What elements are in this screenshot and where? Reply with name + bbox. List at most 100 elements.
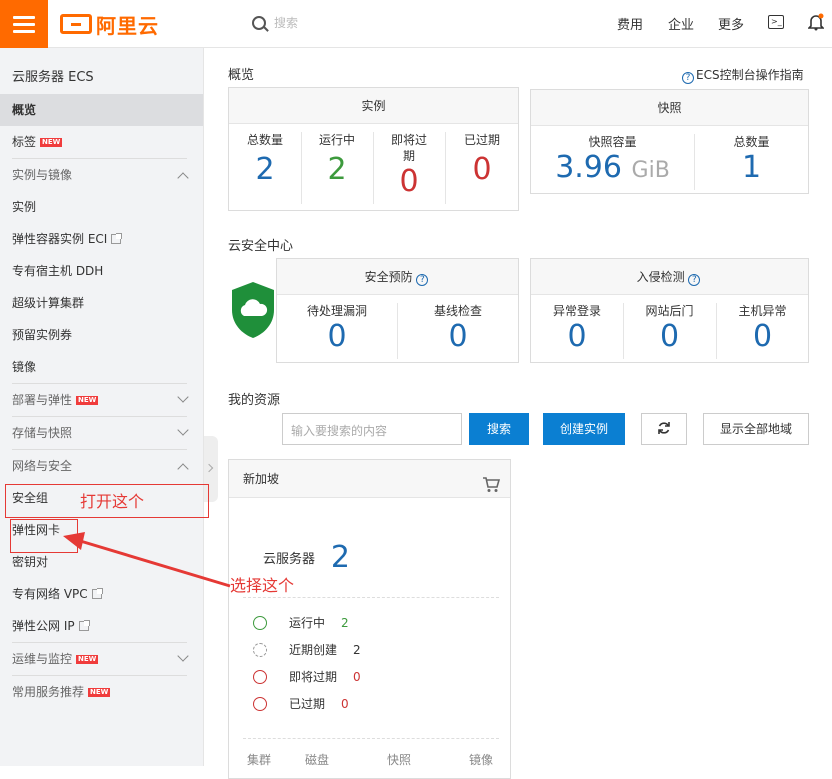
- annotation-select-this: 选择这个: [230, 576, 295, 595]
- intrusion-header-label: 入侵检测: [636, 270, 685, 284]
- stat-expired[interactable]: 已过期 0: [445, 124, 519, 187]
- footer-image[interactable]: 镜像: [469, 751, 493, 768]
- stat-host-abnormal[interactable]: 主机异常 0: [716, 295, 809, 354]
- snapshot-header: 快照: [531, 90, 808, 126]
- status-expired[interactable]: 已过期 0: [253, 695, 349, 712]
- sidebar-item-tags[interactable]: 标签 NEW: [0, 126, 203, 158]
- stat-value: 0: [752, 319, 773, 354]
- region-name: 新加坡: [243, 472, 280, 486]
- sidebar-item-reserved[interactable]: 预留实例券: [0, 319, 203, 351]
- terminal-icon[interactable]: >_: [768, 15, 784, 29]
- console-guide-label: ECS控制台操作指南: [696, 68, 804, 82]
- refresh-button[interactable]: [641, 413, 687, 445]
- server-label: 云服务器: [263, 552, 316, 567]
- sidebar-group-network[interactable]: 网络与安全: [0, 450, 203, 482]
- nav-enterprise[interactable]: 企业: [668, 14, 694, 33]
- sidebar-item-label: 弹性公网 IP: [12, 619, 75, 633]
- stat-label: 快照容量: [588, 135, 637, 149]
- cart-icon[interactable]: [482, 470, 501, 508]
- sidebar-group-deploy[interactable]: 部署与弹性 NEW: [0, 384, 203, 416]
- sidebar-item-ddh[interactable]: 专有宿主机 DDH: [0, 255, 203, 287]
- help-icon[interactable]: ?: [416, 274, 429, 286]
- status-running[interactable]: 运行中 2: [253, 614, 349, 631]
- status-value: 2: [341, 615, 349, 630]
- stat-expiring[interactable]: 即将过期 0: [373, 124, 445, 199]
- chevron-right-icon: [204, 463, 214, 473]
- chevron-down-icon: [177, 391, 189, 403]
- stat-total[interactable]: 总数量 2: [229, 124, 301, 187]
- stat-snapshot-total[interactable]: 总数量 1: [694, 126, 809, 185]
- instances-header: 实例: [229, 88, 518, 124]
- nav-billing[interactable]: 费用: [617, 14, 643, 33]
- footer-disk[interactable]: 磁盘: [305, 751, 329, 768]
- status-label: 已过期: [289, 697, 326, 711]
- stat-label: 已过期: [463, 133, 500, 147]
- sidebar-group-label: 实例与镜像: [12, 168, 73, 182]
- search-button[interactable]: 搜索: [469, 413, 529, 445]
- external-link-icon: [111, 233, 123, 244]
- status-value: 0: [353, 669, 361, 684]
- stat-unit: GiB: [631, 158, 670, 183]
- sidebar-item-overview[interactable]: 概览: [0, 94, 203, 126]
- prevention-header-label: 安全预防: [364, 270, 413, 284]
- sidebar-group-storage[interactable]: 存储与快照: [0, 417, 203, 449]
- console-guide-link[interactable]: ? ECS控制台操作指南: [682, 66, 804, 84]
- stat-running[interactable]: 运行中 2: [301, 124, 373, 187]
- sidebar-title: 云服务器 ECS: [12, 70, 94, 85]
- server-count: 2: [330, 540, 350, 575]
- sidebar-item-eci[interactable]: 弹性容器实例 ECI: [0, 223, 203, 255]
- security-prevention-panel: 安全预防 ? 待处理漏洞 0 基线检查 0: [276, 258, 519, 363]
- top-search[interactable]: 搜索: [252, 14, 298, 31]
- stat-vulnerabilities[interactable]: 待处理漏洞 0: [277, 295, 397, 354]
- top-search-placeholder: 搜索: [274, 16, 299, 30]
- annotation-arrow-icon: [63, 532, 231, 588]
- create-instance-button[interactable]: 创建实例: [543, 413, 625, 445]
- stat-value: 2: [327, 152, 347, 187]
- resource-search-input[interactable]: 输入要搜索的内容: [282, 413, 462, 445]
- sidebar-item-label: 概览: [12, 103, 37, 117]
- server-count-row[interactable]: 云服务器 2: [263, 540, 350, 575]
- stat-label: 总数量: [246, 133, 283, 147]
- sidebar-group-label: 运维与监控: [12, 652, 73, 666]
- status-recent[interactable]: 近期创建 2: [253, 641, 361, 658]
- new-badge: NEW: [76, 655, 99, 664]
- status-label: 运行中: [289, 616, 326, 630]
- stat-label: 运行中: [318, 133, 355, 147]
- intrusion-detection-panel: 入侵检测 ? 异常登录 0 网站后门 0 主机异常 0: [530, 258, 809, 363]
- sidebar-item-instances[interactable]: 实例: [0, 191, 203, 223]
- resources-title: 我的资源: [228, 393, 281, 408]
- stat-value: 0: [399, 164, 419, 199]
- sidebar-item-label: 预留实例券: [12, 328, 73, 342]
- stat-baseline[interactable]: 基线检查 0: [397, 295, 519, 354]
- stat-backdoor[interactable]: 网站后门 0: [623, 295, 716, 354]
- sidebar-group-common[interactable]: 常用服务推荐 NEW: [0, 676, 203, 708]
- sidebar-item-label: 标签: [12, 135, 37, 149]
- stat-abnormal-login[interactable]: 异常登录 0: [531, 295, 623, 354]
- sidebar-group-instances[interactable]: 实例与镜像: [0, 159, 203, 191]
- external-link-icon: [78, 620, 90, 631]
- sidebar-item-supercompute[interactable]: 超级计算集群: [0, 287, 203, 319]
- stat-snapshot-capacity[interactable]: 快照容量 3.96 GiB: [531, 126, 694, 185]
- bell-icon[interactable]: [807, 13, 825, 31]
- footer-cluster[interactable]: 集群: [247, 751, 271, 768]
- stat-label: 待处理漏洞: [306, 304, 367, 318]
- show-all-regions-button[interactable]: 显示全部地域: [703, 413, 809, 445]
- stat-label: 基线检查: [433, 304, 482, 318]
- new-badge: NEW: [76, 396, 99, 405]
- sidebar-group-ops[interactable]: 运维与监控 NEW: [0, 643, 203, 675]
- footer-snapshot[interactable]: 快照: [387, 751, 411, 768]
- sidebar-group-label: 常用服务推荐: [12, 685, 85, 699]
- nav-more[interactable]: 更多: [718, 14, 744, 33]
- help-icon[interactable]: ?: [688, 274, 701, 286]
- sidebar-item-images[interactable]: 镜像: [0, 351, 203, 383]
- annotation-open-this: 打开这个: [80, 492, 145, 511]
- stat-value: 0: [327, 319, 347, 354]
- snapshot-panel: 快照 快照容量 3.96 GiB 总数量 1: [530, 89, 809, 194]
- aliyun-logo[interactable]: 阿里云: [60, 12, 159, 38]
- menu-icon[interactable]: [0, 0, 48, 48]
- sidebar-item-label: 镜像: [12, 360, 37, 374]
- status-expiring[interactable]: 即将过期 0: [253, 668, 361, 685]
- sidebar-item-eip[interactable]: 弹性公网 IP: [0, 610, 203, 642]
- stat-label: 即将过期: [390, 133, 427, 163]
- sidebar-group-label: 存储与快照: [12, 426, 73, 440]
